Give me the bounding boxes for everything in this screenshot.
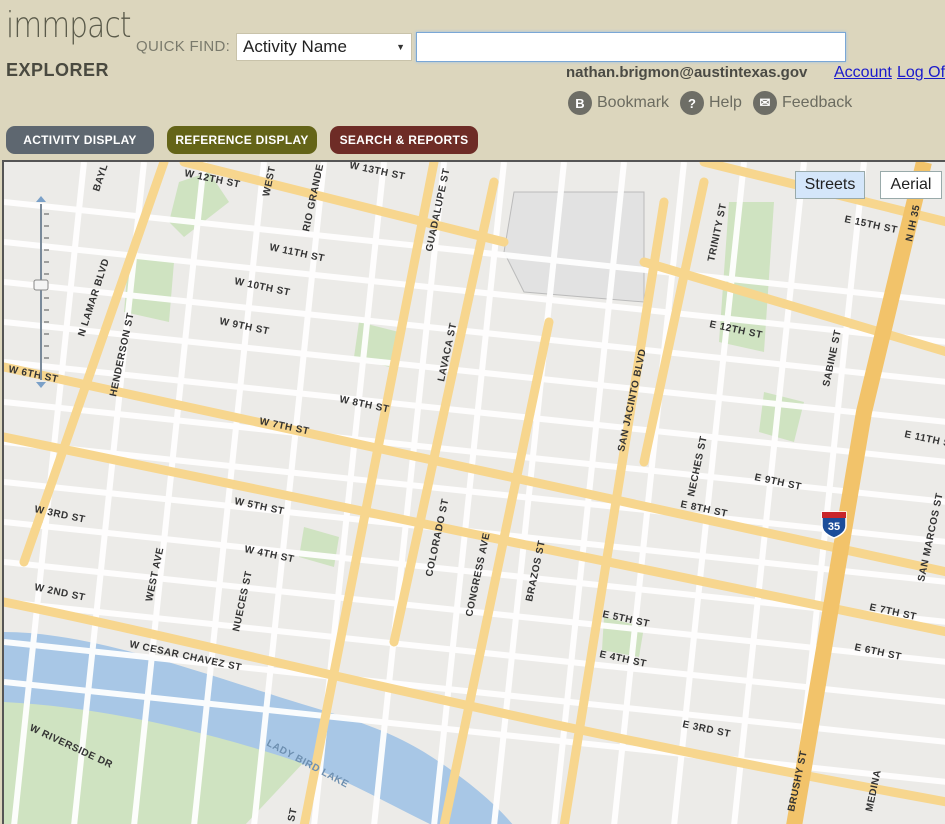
street-label: W 5TH ST xyxy=(233,496,285,517)
help-label: Help xyxy=(709,94,742,111)
help-icon: ? xyxy=(680,91,704,115)
street-label: W 10TH ST xyxy=(233,276,291,299)
12th-road xyxy=(179,162,509,247)
interstate-shield: 35 xyxy=(821,511,847,539)
account-link[interactable]: Account xyxy=(834,64,892,82)
street-label: BAYL xyxy=(91,163,110,193)
street-map: 35 W 12TH ST W 13TH ST BAYL WEST RIO GRA… xyxy=(4,162,945,824)
reference-display-button[interactable]: REFERENCE DISPLAY xyxy=(167,126,317,154)
quickfind-search-input[interactable] xyxy=(416,32,846,62)
map-zoom-slider[interactable] xyxy=(32,194,50,390)
quickfind-label: QUICK FIND: xyxy=(136,38,231,55)
feedback-label: Feedback xyxy=(782,94,853,111)
street-label: NECHES ST xyxy=(686,435,710,498)
aerial-toggle[interactable]: Aerial xyxy=(880,171,942,199)
bookmark-label: Bookmark xyxy=(597,94,670,111)
activity-display-button[interactable]: ACTIVITY DISPLAY xyxy=(6,126,154,154)
park-area xyxy=(299,527,339,567)
bookmark-icon: B xyxy=(568,91,592,115)
map-view[interactable]: 35 W 12TH ST W 13TH ST BAYL WEST RIO GRA… xyxy=(2,160,945,824)
san-jacinto-road xyxy=(639,177,709,467)
street-label: NUECES ST xyxy=(231,570,255,633)
bookmark-button[interactable]: B Bookmark xyxy=(568,91,669,115)
zoom-handle xyxy=(33,279,49,291)
street-label: W 2ND ST xyxy=(33,582,86,604)
feedback-button[interactable]: ✉ Feedback xyxy=(753,91,852,115)
chevron-down-icon: ▼ xyxy=(396,42,405,52)
street-label: E 11TH ST xyxy=(903,429,945,451)
zoom-out-icon xyxy=(36,382,46,388)
logoff-link[interactable]: Log Off xyxy=(897,64,945,82)
app-header: immpact EXPLORER QUICK FIND: Activity Na… xyxy=(0,0,945,160)
app-logo: immpact xyxy=(6,5,131,46)
user-email: nathan.brigmon@austintexas.gov xyxy=(566,64,808,81)
street-label: SAN JACINTO BLVD xyxy=(616,348,649,453)
quickfind-type-value: Activity Name xyxy=(243,37,347,56)
quickfind-type-select[interactable]: Activity Name ▼ xyxy=(236,33,412,61)
street-label: E 6TH ST xyxy=(853,642,902,663)
capitol-grounds xyxy=(503,191,645,303)
street-label: E 9TH ST xyxy=(753,472,802,493)
search-reports-button[interactable]: SEARCH & REPORTS xyxy=(330,126,478,154)
street-label: E 15TH ST xyxy=(843,214,898,236)
zoom-in-icon xyxy=(36,196,46,202)
help-button[interactable]: ? Help xyxy=(680,91,742,115)
street-label: ST xyxy=(286,807,300,823)
streets-toggle[interactable]: Streets xyxy=(795,171,865,199)
shield-number: 35 xyxy=(828,521,840,533)
app-sublogo: EXPLORER xyxy=(6,60,110,80)
street-label: E 3RD ST xyxy=(681,719,731,740)
feedback-icon: ✉ xyxy=(753,91,777,115)
street-label: W 13TH ST xyxy=(348,162,406,183)
